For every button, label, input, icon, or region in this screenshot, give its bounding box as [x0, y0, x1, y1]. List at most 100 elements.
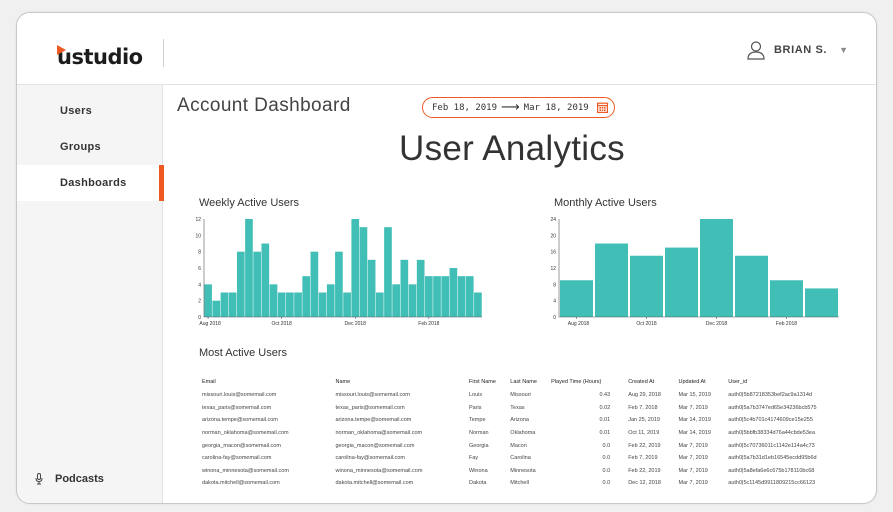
- table-cell: Oct 11, 2019: [628, 430, 660, 437]
- table-row[interactable]: carolina-fay@somemail.com carolina-fay@so…: [202, 452, 864, 465]
- bar: [560, 280, 593, 317]
- table-cell: Mar 7, 2019: [678, 455, 708, 462]
- sidebar-item-users[interactable]: Users: [17, 93, 163, 129]
- y-tick-label: 24: [550, 217, 556, 223]
- table-cell: Arizona: [510, 417, 529, 424]
- column-header[interactable]: Played Time (Hours): [551, 375, 628, 389]
- y-tick-label: 4: [553, 299, 556, 305]
- page-title: Account Dashboard: [177, 95, 351, 116]
- table-cell: auth0|5a8efa6e6c675b178110bc68: [728, 467, 815, 474]
- table-cell: dakota.mitchell@somemail.com: [335, 480, 414, 487]
- user-menu[interactable]: BRIAN S. ▼: [746, 40, 848, 60]
- table-cell: 0.0: [602, 442, 611, 449]
- table-row[interactable]: georgia_macon@somemail.com georgia_macon@…: [202, 439, 864, 452]
- table-cell: Feb 7, 2019: [628, 455, 658, 462]
- bar: [245, 219, 253, 317]
- table-cell: Paris: [469, 404, 482, 411]
- x-tick-label: Oct 2018: [636, 321, 657, 327]
- table-cell: Oklahoma: [510, 430, 536, 437]
- table-cell: auth0|5c1145d9911809215cc66123: [728, 480, 816, 487]
- sidebar-item-label: Podcasts: [55, 473, 104, 485]
- y-tick-label: 4: [198, 282, 201, 288]
- table-cell: Georgia: [469, 442, 489, 449]
- column-header[interactable]: Updated At: [678, 375, 728, 389]
- table-cell: missouri.louis@somemail.com: [335, 392, 410, 399]
- ustudio-logo[interactable]: ustudio: [55, 41, 143, 69]
- bar: [457, 276, 466, 317]
- bar: [384, 227, 392, 317]
- logo-text: ustudio: [57, 45, 143, 69]
- table-cell: Aug 29, 2018: [628, 392, 661, 399]
- table-cell: Norman: [469, 430, 489, 437]
- bar: [318, 292, 327, 317]
- table-cell: Mar 7, 2019: [678, 480, 708, 487]
- table-cell: Macon: [510, 442, 527, 449]
- sidebar-item-label: Users: [60, 105, 93, 117]
- table-cell: auth0|5b87218353bef2ac9a1314d: [728, 392, 812, 399]
- table-row[interactable]: winona_minnesota@somemail.com winona_minn…: [202, 465, 864, 478]
- column-header[interactable]: User_id: [728, 375, 864, 389]
- table-row[interactable]: norman_oklahoma@somemail.com norman_oklah…: [202, 427, 864, 440]
- sidebar-item-groups[interactable]: Groups: [17, 129, 163, 165]
- table-title: Most Active Users: [199, 347, 288, 359]
- bar: [465, 276, 474, 317]
- bar: [335, 251, 343, 317]
- y-tick-label: 12: [195, 217, 201, 223]
- bar: [286, 292, 294, 317]
- table-cell: norman_oklahoma@somemail.com: [335, 430, 423, 437]
- x-tick-label: Oct 2018: [272, 321, 293, 327]
- table-cell: georgia_macon@somemail.com: [335, 442, 415, 449]
- column-header[interactable]: Name: [336, 375, 470, 389]
- bar: [351, 219, 360, 317]
- bar: [392, 284, 400, 317]
- table-cell: norman_oklahoma@somemail.com: [202, 430, 289, 437]
- column-header[interactable]: Created At: [628, 375, 678, 389]
- bar: [236, 251, 245, 317]
- bar: [277, 292, 286, 317]
- table-cell: 0.0: [602, 467, 611, 474]
- table-cell: 0.0: [602, 455, 611, 462]
- bar: [441, 276, 450, 317]
- column-header[interactable]: Last Name: [510, 375, 551, 389]
- y-tick-label: 6: [198, 266, 201, 272]
- bar: [735, 255, 768, 317]
- table-header-row: Email Name First Name Last Name Played Time …: [202, 375, 864, 389]
- bar: [253, 251, 261, 317]
- y-tick-label: 8: [553, 282, 556, 288]
- sidebar-item-podcasts[interactable]: Podcasts: [35, 473, 104, 485]
- x-tick-label: Feb 2018: [776, 321, 797, 327]
- date-range-picker[interactable]: Feb 18, 2019 ⟶ Mar 18, 2019: [422, 97, 615, 118]
- monthly-chart-title: Monthly Active Users: [554, 197, 657, 209]
- column-header[interactable]: Email: [202, 375, 336, 389]
- bar: [408, 284, 417, 317]
- table-row[interactable]: dakota.mitchell@somemail.com dakota.mitch…: [202, 477, 864, 490]
- table-cell: missouri.louis@somemail.com: [202, 392, 277, 399]
- weekly-active-users-chart: 024681012Aug 2018 Oct 2018 Dec 2018 Feb 201…: [195, 217, 482, 327]
- table-cell: auth0|5a7b3747ed65e34236bcb575: [728, 404, 817, 411]
- bar: [630, 255, 663, 317]
- table-cell: georgia_macon@somemail.com: [202, 442, 281, 449]
- column-header[interactable]: First Name: [469, 375, 510, 389]
- table-row[interactable]: missouri.louis@somemail.com missouri.loui…: [202, 389, 864, 402]
- calendar-icon[interactable]: [596, 102, 608, 113]
- table-cell: auth0|5c70736011c1142e114a4c73: [728, 442, 815, 449]
- bar: [261, 243, 270, 317]
- table-cell: carolina-fay@somemail.com: [335, 455, 405, 462]
- table-cell: arizona.tempe@somemail.com: [202, 417, 278, 424]
- bar: [367, 259, 376, 317]
- table-row[interactable]: texas_paris@somemail.com texas_paris@some…: [202, 402, 864, 415]
- bar: [294, 292, 302, 317]
- table-cell: Jan 25, 2019: [628, 417, 660, 424]
- monthly-active-users-chart: 0 4 8 12 16 20 24 Aug 2018 Oct 2018 Dec 2018 Feb 2…: [550, 217, 839, 327]
- x-tick-label: Aug 2018: [199, 321, 221, 327]
- sidebar-item-dashboards[interactable]: Dashboards: [17, 165, 164, 201]
- main-content: Account Dashboard Feb 18, 2019 ⟶ Mar 18,…: [164, 85, 876, 503]
- table-cell: auth0|5bbfb38334d76a44cbde53ea: [728, 430, 816, 437]
- bar: [433, 276, 441, 317]
- table-row[interactable]: arizona.tempe@somemail.com arizona.tempe@…: [202, 414, 864, 427]
- table-cell: Carolina: [510, 455, 531, 462]
- chevron-down-icon[interactable]: ▼: [839, 45, 848, 55]
- header-divider: [163, 39, 164, 67]
- x-tick-label: Dec 2018: [345, 321, 367, 327]
- table-cell: Feb 7, 2018: [628, 404, 658, 411]
